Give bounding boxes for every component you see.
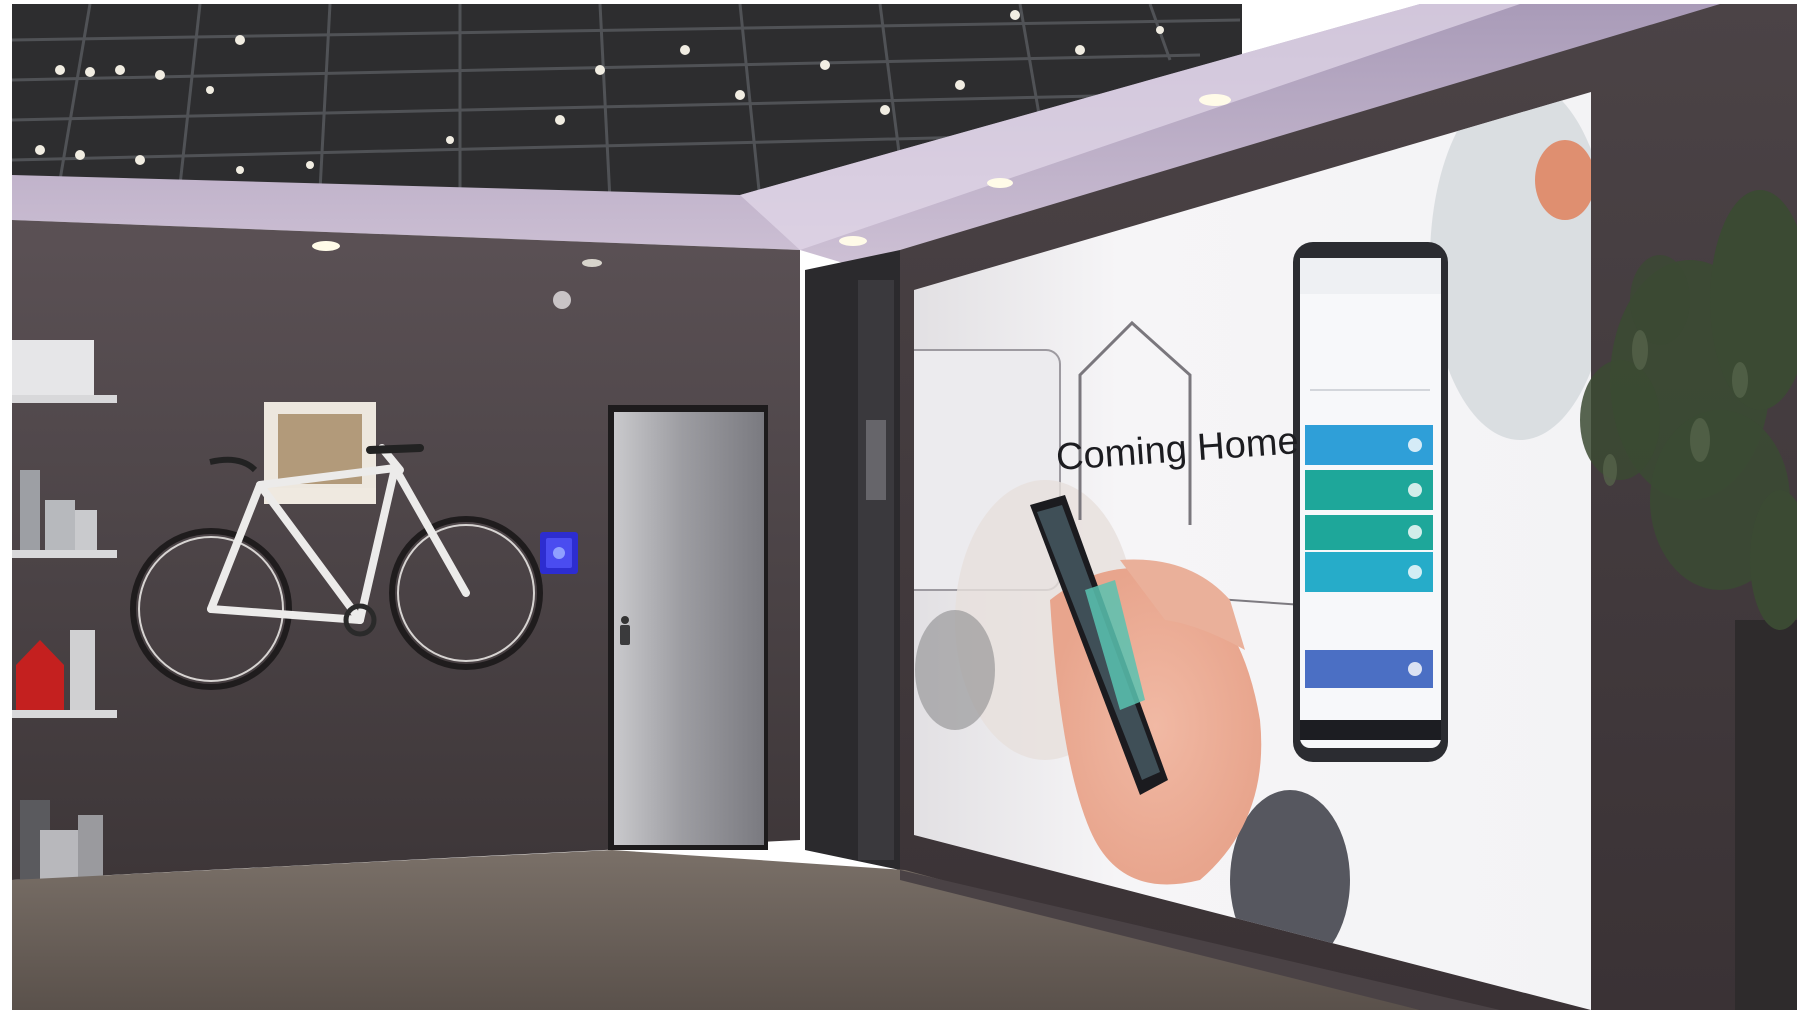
door (608, 405, 768, 850)
wall-shelf-box (264, 402, 376, 504)
phone-mockup (1293, 242, 1448, 762)
wall-sensor (553, 291, 571, 309)
wall-control-panel (540, 532, 578, 574)
showroom-photo: Coming Home (0, 0, 1797, 1010)
